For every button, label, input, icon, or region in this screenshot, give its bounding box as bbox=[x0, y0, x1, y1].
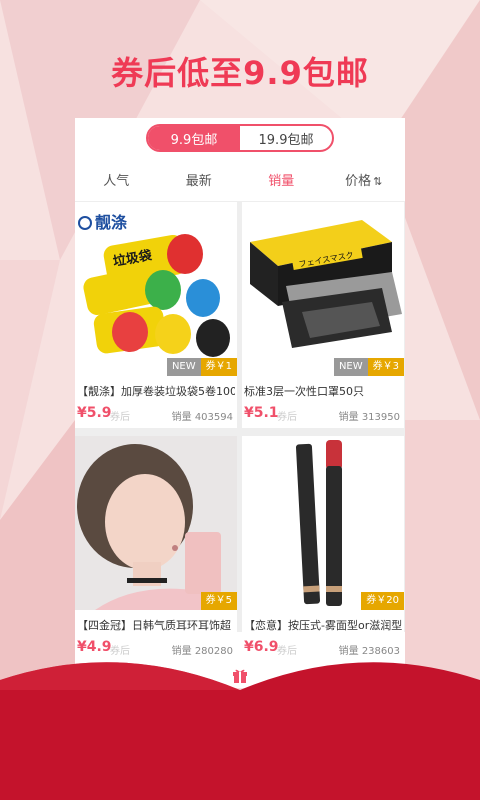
promo-headline: 券后低至9.9包邮 bbox=[111, 54, 369, 92]
product-title: 【四金冠】日韩气质耳环耳饰超 bbox=[77, 619, 231, 632]
coupon-badge: 券￥1 bbox=[200, 358, 237, 376]
product-image-masks: フェイスマスク bbox=[242, 202, 404, 376]
sort-sales[interactable]: 销量 bbox=[240, 170, 323, 189]
product-card[interactable]: 券￥5 【四金冠】日韩气质耳环耳饰超 ¥4.9 券后 销量 280280 bbox=[75, 436, 237, 662]
sort-newest[interactable]: 最新 bbox=[158, 170, 241, 189]
coupon-badge: 券￥20 bbox=[361, 592, 404, 610]
tab-group: 9.9包邮 19.9包邮 bbox=[146, 124, 334, 152]
sort-up-down-icon: ⇅ bbox=[373, 175, 383, 188]
brand-logo-text: 靓涤 bbox=[95, 213, 127, 232]
after-coupon-label: 券后 bbox=[110, 412, 130, 423]
sort-price-label: 价格 bbox=[345, 174, 372, 189]
product-card[interactable]: 靓涤 垃圾袋 NEW 券￥1 【靓涤】加厚卷装垃圾袋5卷100 ¥5.9 券后 … bbox=[75, 202, 237, 428]
product-image-trash-bags: 靓涤 垃圾袋 bbox=[75, 202, 237, 376]
sort-price[interactable]: 价格 ⇅ bbox=[323, 170, 406, 189]
new-badge: NEW bbox=[333, 358, 368, 376]
sales-count: 销量 313950 bbox=[338, 412, 400, 423]
bottom-wave-decoration bbox=[0, 662, 480, 800]
product-title: 【恋意】按压式-雾面型or滋润型 bbox=[244, 619, 402, 632]
badges: 券￥20 bbox=[361, 592, 404, 610]
badges: NEW 券￥3 bbox=[333, 358, 404, 376]
product-card[interactable]: フェイスマスク NEW 券￥3 标准3层一次性口罩50只 ¥5.1 券后 销量 … bbox=[242, 202, 404, 428]
app-screen: 9.9包邮 19.9包邮 人气 最新 销量 价格 ⇅ 靓涤 垃圾袋 NEW 券￥… bbox=[75, 118, 405, 688]
after-coupon-label: 券后 bbox=[277, 412, 297, 423]
product-price: ¥5.1 bbox=[244, 405, 279, 421]
product-card[interactable]: 券￥20 【恋意】按压式-雾面型or滋润型 ¥6.9 券后 销量 238603 bbox=[242, 436, 404, 662]
badges: NEW 券￥1 bbox=[166, 358, 237, 376]
product-image-earrings bbox=[75, 436, 237, 610]
sort-bar: 人气 最新 销量 价格 ⇅ bbox=[75, 158, 405, 202]
product-title: 【靓涤】加厚卷装垃圾袋5卷100 bbox=[77, 385, 235, 398]
tab-19-9[interactable]: 19.9包邮 bbox=[240, 126, 332, 150]
product-grid: 靓涤 垃圾袋 NEW 券￥1 【靓涤】加厚卷装垃圾袋5卷100 ¥5.9 券后 … bbox=[75, 202, 405, 662]
coupon-badge: 券￥5 bbox=[200, 592, 237, 610]
product-price: ¥5.9 bbox=[77, 405, 112, 421]
product-title: 标准3层一次性口罩50只 bbox=[244, 385, 364, 398]
sort-popularity[interactable]: 人气 bbox=[75, 170, 158, 189]
coupon-badge: 券￥3 bbox=[367, 358, 404, 376]
price-tabs: 9.9包邮 19.9包邮 bbox=[75, 118, 405, 158]
tab-9-9[interactable]: 9.9包邮 bbox=[148, 126, 240, 150]
badges: 券￥5 bbox=[200, 592, 237, 610]
sales-count: 销量 403594 bbox=[171, 412, 233, 423]
product-image-lipstick bbox=[242, 436, 404, 610]
new-badge: NEW bbox=[166, 358, 201, 376]
